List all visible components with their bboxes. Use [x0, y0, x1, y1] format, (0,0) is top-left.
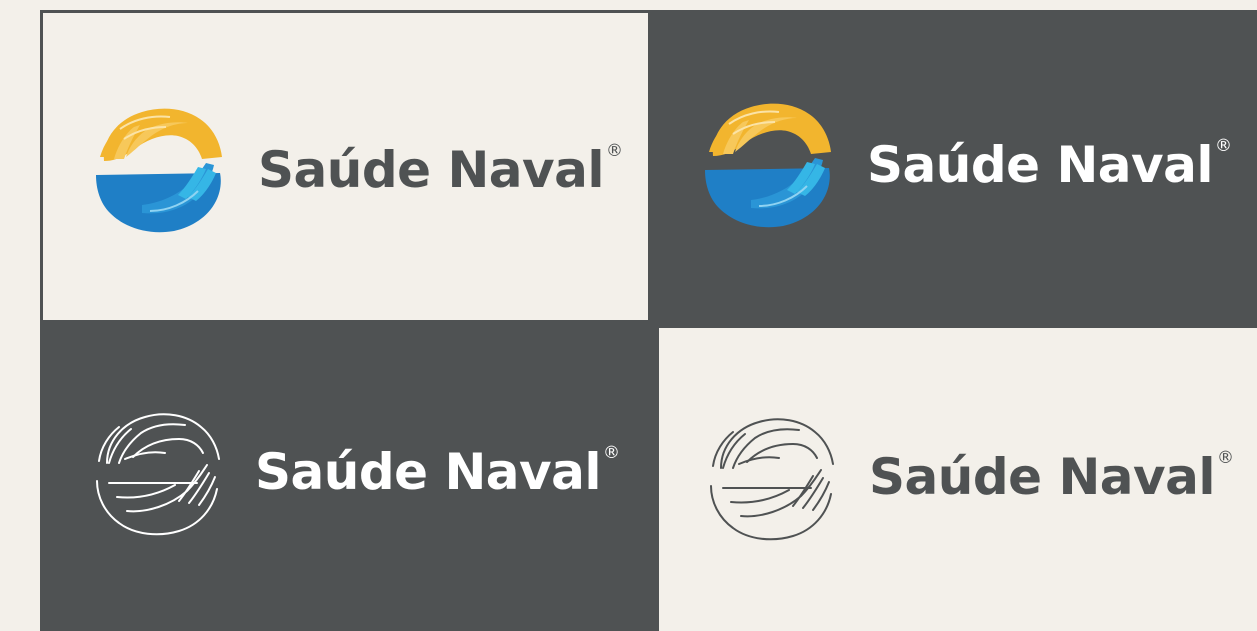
registered-mark: ®	[603, 443, 620, 463]
brand-wordmark: Saúde Naval ®	[867, 136, 1232, 194]
logo-panel-light-outline: Saúde Naval ®	[659, 328, 1257, 631]
hands-circle-icon	[699, 94, 841, 236]
logo-panel-light-color: Saúde Naval ®	[40, 10, 651, 323]
logo-panel-dark-outline: Saúde Naval ®	[40, 323, 659, 631]
logo-light-outline: Saúde Naval ®	[701, 406, 1234, 548]
brand-wordmark: Saúde Naval ®	[255, 443, 620, 501]
logo-panel-dark-color: Saúde Naval ®	[651, 10, 1257, 328]
registered-mark: ®	[606, 141, 623, 161]
logo-dark-outline: Saúde Naval ®	[87, 401, 620, 543]
registered-mark: ®	[1217, 448, 1234, 468]
logo-light-color: Saúde Naval ®	[90, 99, 623, 241]
hands-circle-icon	[87, 401, 229, 543]
brand-wordmark: Saúde Naval ®	[258, 141, 623, 199]
registered-mark: ®	[1215, 136, 1232, 156]
logo-dark-color: Saúde Naval ®	[699, 94, 1232, 236]
hands-circle-icon	[90, 99, 232, 241]
brand-wordmark: Saúde Naval ®	[869, 448, 1234, 506]
hands-circle-icon	[701, 406, 843, 548]
